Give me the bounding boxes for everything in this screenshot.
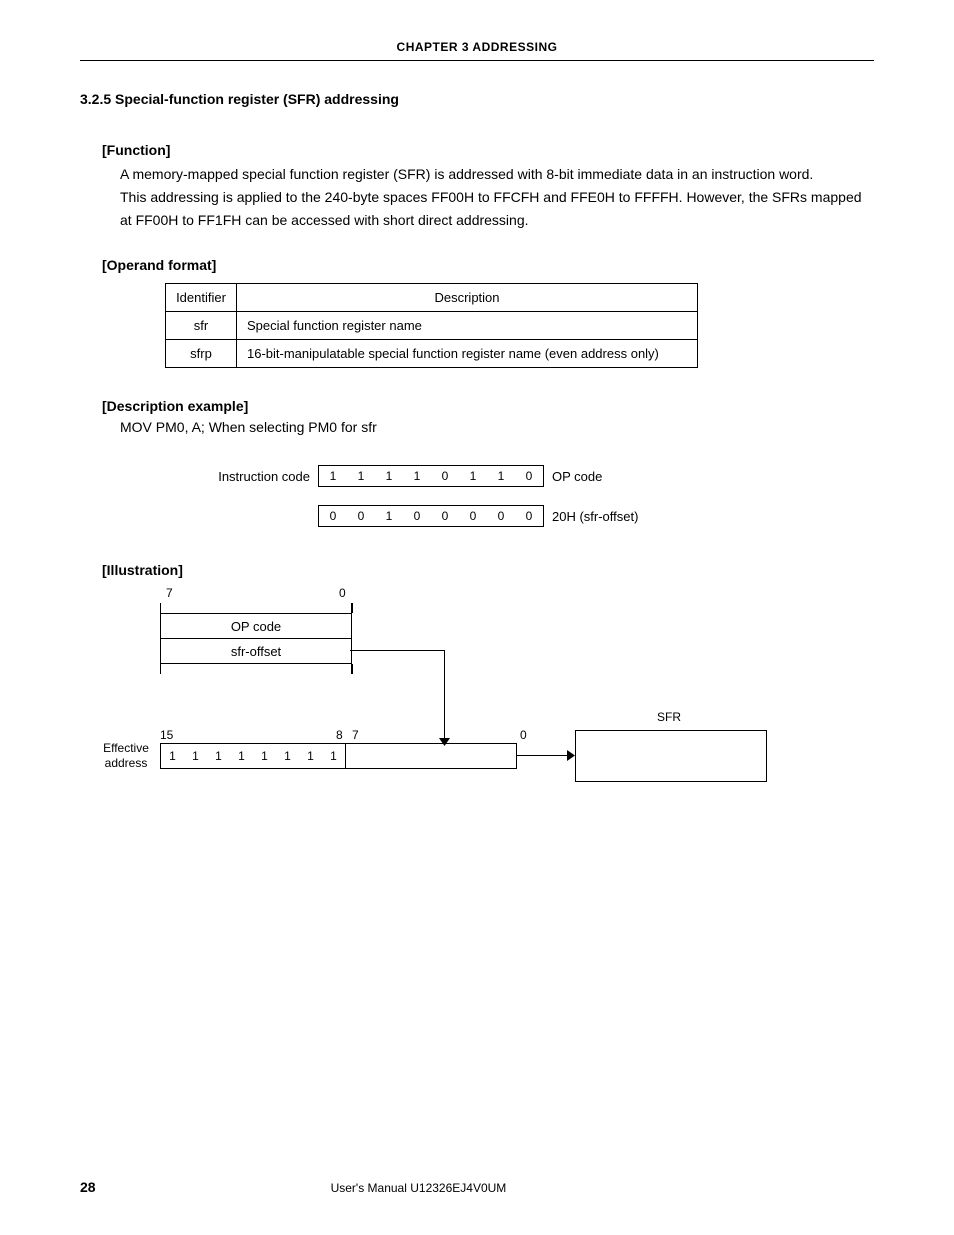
function-label: [Function] bbox=[102, 142, 874, 158]
offset-caption: 20H (sfr-offset) bbox=[544, 509, 638, 524]
table-row: sfr Special function register name bbox=[166, 312, 698, 340]
instruction-code-label: Instruction code bbox=[210, 469, 318, 484]
sfr-box bbox=[575, 730, 767, 782]
tick-7b: 7 bbox=[352, 728, 359, 742]
operand-table: Identifier Description sfr Special funct… bbox=[165, 283, 698, 368]
effective-address-label: Effective address bbox=[98, 741, 154, 770]
effective-address-row: 1 1 1 1 1 1 1 1 bbox=[160, 743, 517, 769]
tick-7: 7 bbox=[166, 586, 173, 600]
page-footer: 28 User's Manual U12326EJ4V0UM bbox=[80, 1179, 874, 1195]
operand-row-desc: 16-bit-manipulatable special function re… bbox=[237, 340, 698, 368]
section-title: 3.2.5 Special-function register (SFR) ad… bbox=[80, 91, 874, 107]
footer-text: User's Manual U12326EJ4V0UM bbox=[331, 1181, 507, 1195]
illustration-diagram: 7 0 OP code sfr-offset SFR 15 8 7 0 Effe… bbox=[80, 588, 874, 788]
sfr-label: SFR bbox=[657, 710, 681, 724]
instruction-code-block: Instruction code 1 1 1 1 0 1 1 0 OP code… bbox=[210, 465, 874, 527]
operand-row-id: sfr bbox=[166, 312, 237, 340]
operand-header-desc: Description bbox=[237, 284, 698, 312]
opcode-caption: OP code bbox=[544, 469, 602, 484]
function-text: A memory-mapped special function registe… bbox=[120, 163, 874, 232]
tick-0: 0 bbox=[339, 586, 346, 600]
tick-0b: 0 bbox=[520, 728, 527, 742]
opcode-box: OP code sfr-offset bbox=[160, 603, 352, 674]
arrow-right-icon bbox=[567, 750, 575, 761]
operand-format-label: [Operand format] bbox=[102, 257, 874, 273]
offset-bit-row: 0 0 1 0 0 0 0 0 bbox=[318, 505, 544, 527]
page-number: 28 bbox=[80, 1179, 96, 1195]
operand-row-id: sfrp bbox=[166, 340, 237, 368]
description-example-text: MOV PM0, A; When selecting PM0 for sfr bbox=[120, 419, 874, 435]
chapter-header: CHAPTER 3 ADDRESSING bbox=[80, 40, 874, 61]
operand-header-id: Identifier bbox=[166, 284, 237, 312]
tick-8: 8 bbox=[336, 728, 343, 742]
tick-15: 15 bbox=[160, 728, 173, 742]
table-row: sfrp 16-bit-manipulatable special functi… bbox=[166, 340, 698, 368]
sfr-offset-row: sfr-offset bbox=[161, 639, 351, 664]
description-example-label: [Description example] bbox=[102, 398, 874, 414]
illustration-label: [Illustration] bbox=[102, 562, 874, 578]
operand-row-desc: Special function register name bbox=[237, 312, 698, 340]
opcode-row: OP code bbox=[161, 613, 351, 639]
opcode-bit-row: 1 1 1 1 0 1 1 0 bbox=[318, 465, 544, 487]
